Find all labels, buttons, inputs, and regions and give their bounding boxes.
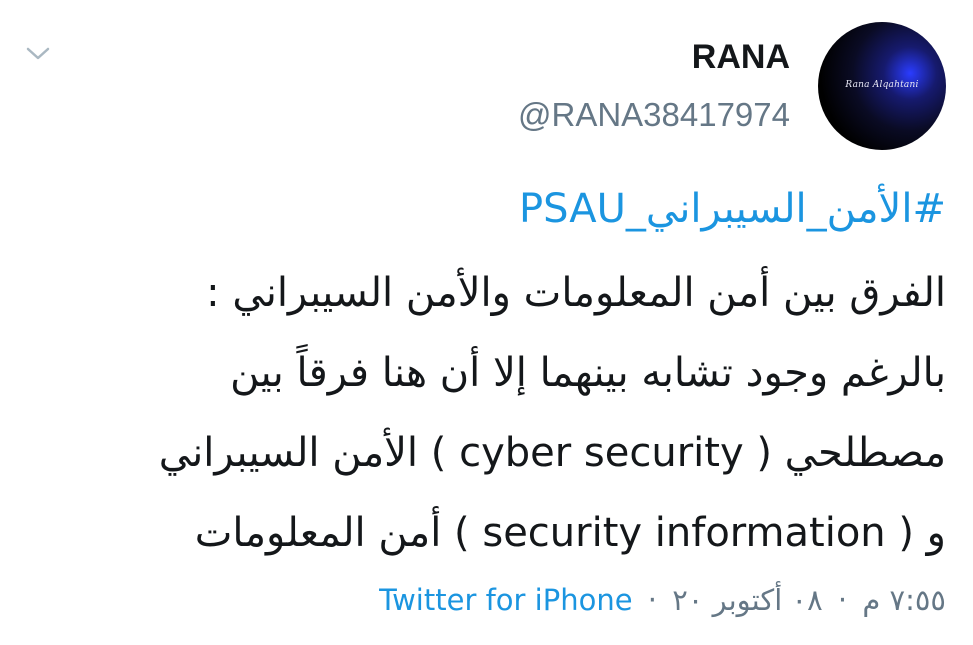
tweet-source-link[interactable]: Twitter for iPhone: [379, 583, 632, 617]
avatar-signature: Rana Alqahtani: [845, 80, 919, 90]
tweet-date[interactable]: ٠٨ أكتوبر ٢٠: [672, 583, 822, 617]
chevron-down-svg: [26, 47, 50, 60]
tweet-time[interactable]: ٧:٥٥ م: [862, 583, 946, 617]
user-handle[interactable]: @RANA38417974: [518, 96, 790, 134]
avatar[interactable]: Rana Alqahtani: [818, 22, 946, 150]
tweet-text-line: الفرق بين أمن المعلومات والأمن السيبراني…: [206, 270, 946, 316]
tweet-metadata: ٧:٥٥ م · ٠٨ أكتوبر ٢٠ · Twitter for iPho…: [379, 583, 946, 617]
meta-separator: ·: [837, 583, 848, 617]
tweet-text-line: بالرغم وجود تشابه بينهما إلا أن هنا فرقا…: [230, 350, 946, 396]
tweet-text-line: و ( security information ) أمن المعلومات: [194, 510, 946, 556]
chevron-down-icon[interactable]: [24, 40, 52, 68]
meta-separator: ·: [647, 583, 658, 617]
hashtag-link[interactable]: #الأمن_السيبراني_PSAU: [519, 186, 946, 232]
tweet-text-line: مصطلحي ( cyber security ) الأمن السيبران…: [158, 430, 946, 476]
display-name[interactable]: RANA: [692, 38, 790, 77]
tweet-card: RANA @RANA38417974 Rana Alqahtani #الأمن…: [0, 0, 973, 645]
